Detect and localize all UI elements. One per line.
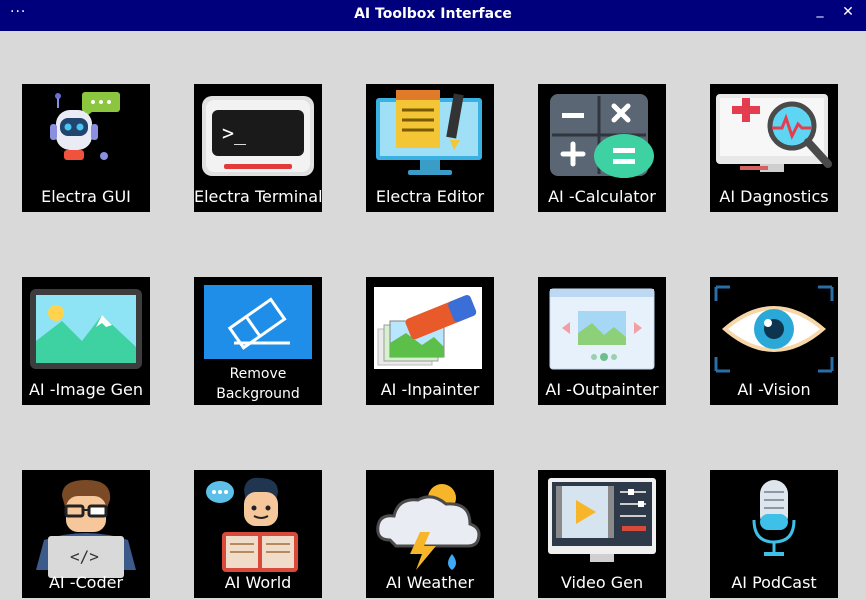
svg-text:</>: </> xyxy=(70,547,99,566)
tool-label: Electra Terminal xyxy=(194,187,322,206)
tool-label: Video Gen xyxy=(560,573,644,592)
tool-weather-button[interactable]: AI Weather xyxy=(366,470,494,598)
tool-label: Electra GUI xyxy=(41,187,131,206)
tool-electra-gui-button[interactable]: Electra GUI xyxy=(22,84,150,212)
tool-calculator-button[interactable]: AI -Calculator xyxy=(538,84,666,212)
tool-vision-button[interactable]: AI -Vision xyxy=(710,277,838,405)
tool-electra-terminal-button[interactable]: >_ Electra Terminal xyxy=(194,84,322,212)
tool-label: AI Dagnostics xyxy=(719,187,829,206)
tool-label: AI -Outpainter xyxy=(545,380,659,399)
title-bar: ··· AI Toolbox Interface _ ✕ xyxy=(0,0,866,31)
tool-diagnostics-button[interactable]: AI Dagnostics xyxy=(710,84,838,212)
tool-label: AI -Coder xyxy=(48,573,124,592)
tool-label: AI PodCast xyxy=(731,573,817,592)
window-title: AI Toolbox Interface xyxy=(354,6,512,22)
tool-label: AI -Calculator xyxy=(548,187,656,206)
tool-label: AI -Image Gen xyxy=(28,380,144,399)
tool-label: AI -Inpainter xyxy=(380,380,480,399)
close-button[interactable]: ✕ xyxy=(838,4,858,24)
tool-world-button[interactable]: AI World xyxy=(194,470,322,598)
tool-inpainter-button[interactable]: AI -Inpainter xyxy=(366,277,494,405)
svg-text:>_: >_ xyxy=(222,121,247,145)
tool-video-gen-button[interactable]: Video Gen xyxy=(538,470,666,598)
tool-label: Electra Editor xyxy=(375,187,485,206)
tool-outpainter-button[interactable]: AI -Outpainter xyxy=(538,277,666,405)
tool-label: AI -Vision xyxy=(737,380,811,399)
tool-coder-button[interactable]: </> AI -Coder xyxy=(22,470,150,598)
tool-image-gen-button[interactable]: AI -Image Gen xyxy=(22,277,150,405)
tool-label-line1: Remove xyxy=(229,366,287,382)
tool-label-line2: Background xyxy=(216,386,300,402)
minimize-button[interactable]: _ xyxy=(810,2,830,22)
tool-label: AI World xyxy=(224,573,292,592)
tool-label: AI Weather xyxy=(385,573,475,592)
tool-remove-background-button[interactable]: Remove Background xyxy=(194,277,322,405)
tool-electra-editor-button[interactable]: Electra Editor xyxy=(366,84,494,212)
tool-label: Remove Background xyxy=(194,364,322,404)
tool-podcast-button[interactable]: AI PodCast xyxy=(710,470,838,598)
